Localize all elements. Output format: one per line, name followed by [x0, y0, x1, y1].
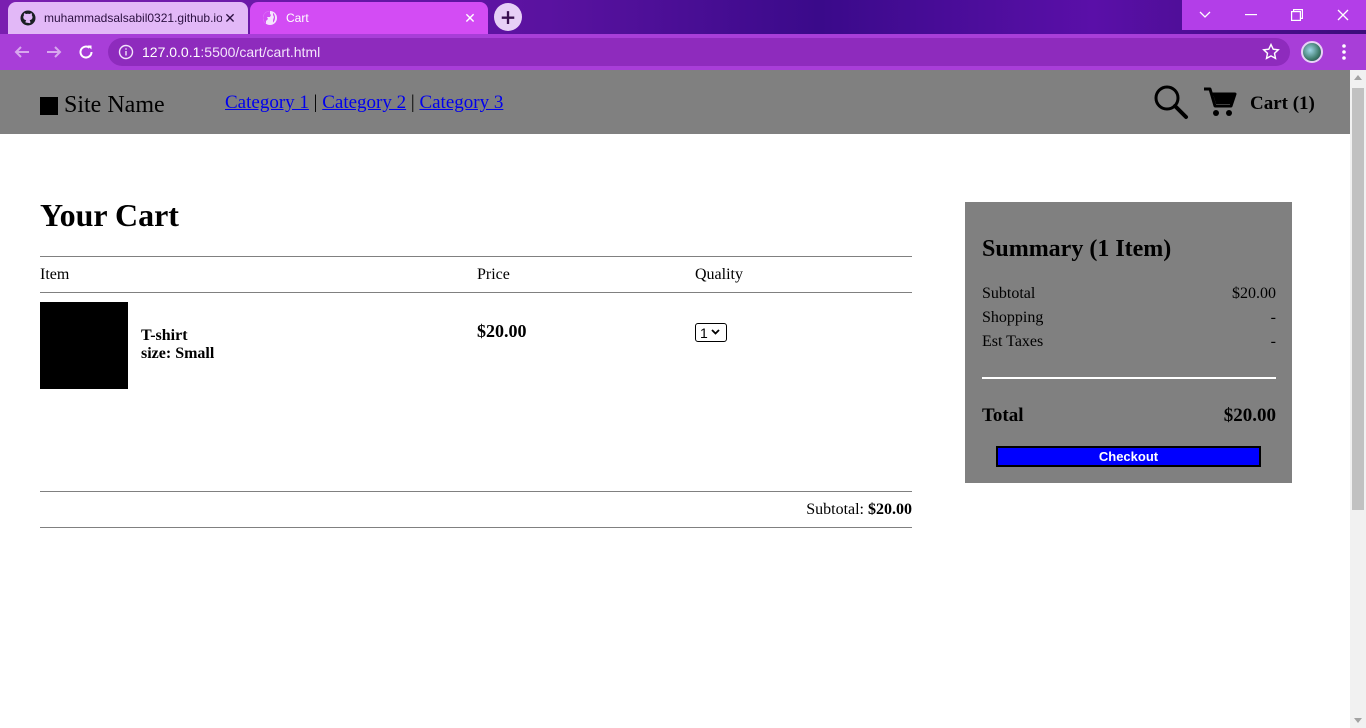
- minimize-icon[interactable]: [1228, 0, 1274, 30]
- summary-value: -: [1270, 333, 1276, 350]
- summary-value: -: [1270, 309, 1276, 326]
- profile-avatar[interactable]: [1301, 41, 1323, 63]
- browser-tab-cart[interactable]: Cart ✕: [250, 2, 488, 34]
- column-header-price: Price: [477, 266, 510, 283]
- total-label: Total: [982, 405, 1024, 426]
- summary-value: $20.00: [1232, 285, 1276, 302]
- quantity-select[interactable]: 1: [695, 323, 727, 342]
- search-icon[interactable]: [1153, 84, 1189, 125]
- divider: [40, 256, 912, 257]
- nav-link-category-1[interactable]: Category 1: [225, 92, 309, 113]
- logo-square-icon: [40, 96, 58, 115]
- summary-label: Shopping: [982, 309, 1044, 326]
- tab-title: muhammadsalsabil0321.github.io: [44, 11, 222, 25]
- cart-link[interactable]: Cart (1): [1250, 93, 1315, 115]
- product-info: T-shirt size: Small: [141, 327, 214, 363]
- forward-arrow-icon[interactable]: [42, 40, 66, 64]
- browser-tabstrip: muhammadsalsabil0321.github.io ✕ Cart ✕ …: [0, 0, 1366, 34]
- product-price: $20.00: [477, 321, 527, 341]
- site-name: Site Name: [64, 92, 165, 118]
- globe-icon: [262, 10, 278, 26]
- summary-label: Est Taxes: [982, 333, 1044, 350]
- scrollbar-thumb[interactable]: [1352, 88, 1364, 510]
- product-name: T-shirt: [141, 327, 188, 344]
- restore-icon[interactable]: [1274, 0, 1320, 30]
- address-bar[interactable]: 127.0.0.1:5500/cart/cart.html: [108, 38, 1290, 66]
- browser-toolbar: 127.0.0.1:5500/cart/cart.html: [0, 34, 1366, 70]
- nav-separator: |: [313, 92, 318, 113]
- summary-row-shipping: Shopping -: [982, 309, 1276, 327]
- summary-total: Total $20.00: [982, 405, 1276, 427]
- url-host: 127.0.0.1: [142, 44, 201, 60]
- column-header-item: Item: [40, 266, 70, 283]
- total-value: $20.00: [1223, 405, 1276, 426]
- close-window-icon[interactable]: [1320, 0, 1366, 30]
- scroll-up-icon[interactable]: [1354, 75, 1362, 80]
- summary-divider: [982, 377, 1276, 379]
- quantity-value: 1: [700, 324, 708, 341]
- star-icon[interactable]: [1262, 42, 1280, 66]
- nav-link-category-3[interactable]: Category 3: [419, 92, 503, 113]
- summary-row-taxes: Est Taxes -: [982, 333, 1276, 351]
- page-viewport: Site Name Category 1 | Category 2 | Cate…: [0, 70, 1350, 728]
- page-scrollbar[interactable]: [1350, 70, 1366, 728]
- subtotal-label: Subtotal:: [806, 501, 864, 518]
- summary-title: Summary (1 Item): [982, 236, 1172, 262]
- category-nav: Category 1 | Category 2 | Category 3: [225, 92, 503, 114]
- summary-row-subtotal: Subtotal $20.00: [982, 285, 1276, 303]
- more-vert-icon[interactable]: [1336, 42, 1352, 62]
- info-icon[interactable]: [118, 44, 134, 60]
- site-header: Site Name Category 1 | Category 2 | Cate…: [0, 70, 1350, 134]
- subtotal-value: $20.00: [868, 501, 912, 518]
- product-size: size: Small: [141, 345, 215, 362]
- url-path: :5500/cart/cart.html: [200, 44, 321, 60]
- divider: [40, 491, 912, 492]
- column-header-quantity: Quality: [695, 266, 743, 283]
- page-title: Your Cart: [40, 197, 179, 233]
- scroll-down-icon[interactable]: [1354, 718, 1362, 723]
- summary-label: Subtotal: [982, 285, 1036, 302]
- cart-subtotal: Subtotal: $20.00: [40, 501, 912, 519]
- browser-tab-github[interactable]: muhammadsalsabil0321.github.io ✕: [8, 2, 248, 34]
- reload-icon[interactable]: [74, 40, 98, 64]
- nav-link-category-2[interactable]: Category 2: [322, 92, 406, 113]
- close-icon[interactable]: ✕: [222, 10, 238, 27]
- site-logo[interactable]: Site Name: [40, 92, 165, 119]
- chevron-down-icon: [711, 327, 720, 338]
- divider: [40, 527, 912, 528]
- github-icon: [20, 10, 36, 26]
- plus-icon[interactable]: +: [494, 3, 522, 31]
- nav-separator: |: [410, 92, 415, 113]
- order-summary-panel: Summary (1 Item) Subtotal $20.00 Shoppin…: [965, 202, 1292, 483]
- tab-title: Cart: [286, 11, 309, 25]
- divider: [40, 292, 912, 293]
- product-thumbnail[interactable]: [40, 302, 128, 389]
- shopping-cart-icon[interactable]: [1203, 86, 1237, 123]
- checkout-button[interactable]: Checkout: [996, 446, 1261, 467]
- close-icon[interactable]: ✕: [462, 10, 478, 27]
- back-arrow-icon[interactable]: [10, 40, 34, 64]
- chevron-down-icon[interactable]: [1182, 0, 1228, 30]
